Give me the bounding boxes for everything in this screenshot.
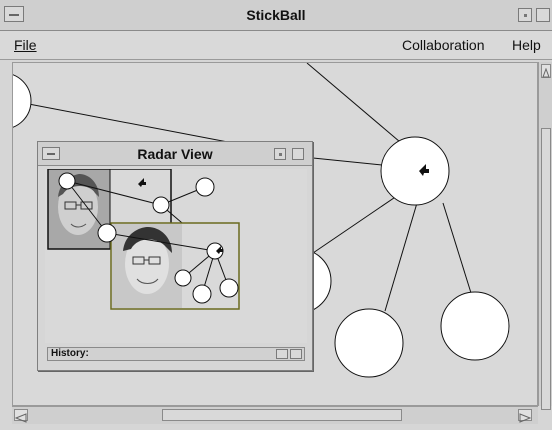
radar-node[interactable] (219, 278, 239, 298)
menu-collaboration-label: Collaboration (402, 37, 485, 53)
menu-help-label: Help (512, 37, 541, 53)
minimize-button[interactable] (518, 8, 532, 22)
menu-file[interactable]: File (14, 37, 37, 53)
graph-node[interactable] (440, 291, 510, 361)
dot-icon (279, 153, 282, 156)
menu-help[interactable]: Help (512, 37, 541, 53)
radar-node[interactable] (97, 223, 117, 243)
radar-content[interactable] (45, 169, 307, 343)
radar-node[interactable] (195, 177, 215, 197)
history-button-left[interactable] (276, 349, 288, 359)
radar-svg (47, 169, 240, 310)
graph-node[interactable] (334, 308, 404, 378)
radar-node[interactable] (152, 196, 170, 214)
scroll-up-button[interactable] (541, 64, 551, 78)
radar-title: Radar View (137, 146, 213, 162)
radar-node[interactable] (58, 172, 76, 190)
history-label: History: (51, 348, 89, 359)
dot-icon (524, 14, 527, 17)
photo-center (112, 224, 182, 308)
scroll-thumb[interactable] (162, 409, 402, 421)
title-bar[interactable]: StickBall (0, 0, 552, 31)
scroll-left-button[interactable] (14, 409, 28, 423)
radar-node[interactable] (174, 269, 192, 287)
scroll-thumb[interactable] (541, 128, 551, 410)
history-bar[interactable]: History: (47, 347, 305, 361)
radar-minimize-button[interactable] (274, 148, 286, 160)
menu-file-label: File (14, 37, 37, 53)
radar-node[interactable] (192, 284, 212, 304)
chevron-right-icon (519, 413, 532, 423)
radar-view-window[interactable]: Radar View History: (37, 141, 313, 371)
chevron-left-icon (14, 413, 27, 423)
horizontal-scrollbar[interactable] (12, 406, 538, 424)
window-title: StickBall (246, 7, 306, 23)
history-button-right[interactable] (290, 349, 302, 359)
graph-edge (384, 202, 418, 312)
graph-node[interactable] (13, 73, 32, 129)
chevron-up-icon (542, 67, 550, 78)
scroll-right-button[interactable] (518, 409, 532, 423)
main-window: StickBall File Collaboration Help Radar … (0, 0, 552, 430)
graph-edge (13, 100, 234, 144)
maximize-button[interactable] (536, 8, 550, 22)
vertical-scrollbar[interactable] (538, 62, 552, 410)
graph-edge (442, 202, 472, 294)
graph-edge (306, 63, 414, 154)
radar-title-bar[interactable]: Radar View (38, 142, 312, 166)
menu-collaboration[interactable]: Collaboration (402, 37, 485, 53)
focus-node[interactable] (380, 136, 450, 206)
radar-maximize-button[interactable] (292, 148, 304, 160)
menu-bar: File Collaboration Help (0, 31, 552, 60)
arrow-icon (138, 178, 146, 187)
